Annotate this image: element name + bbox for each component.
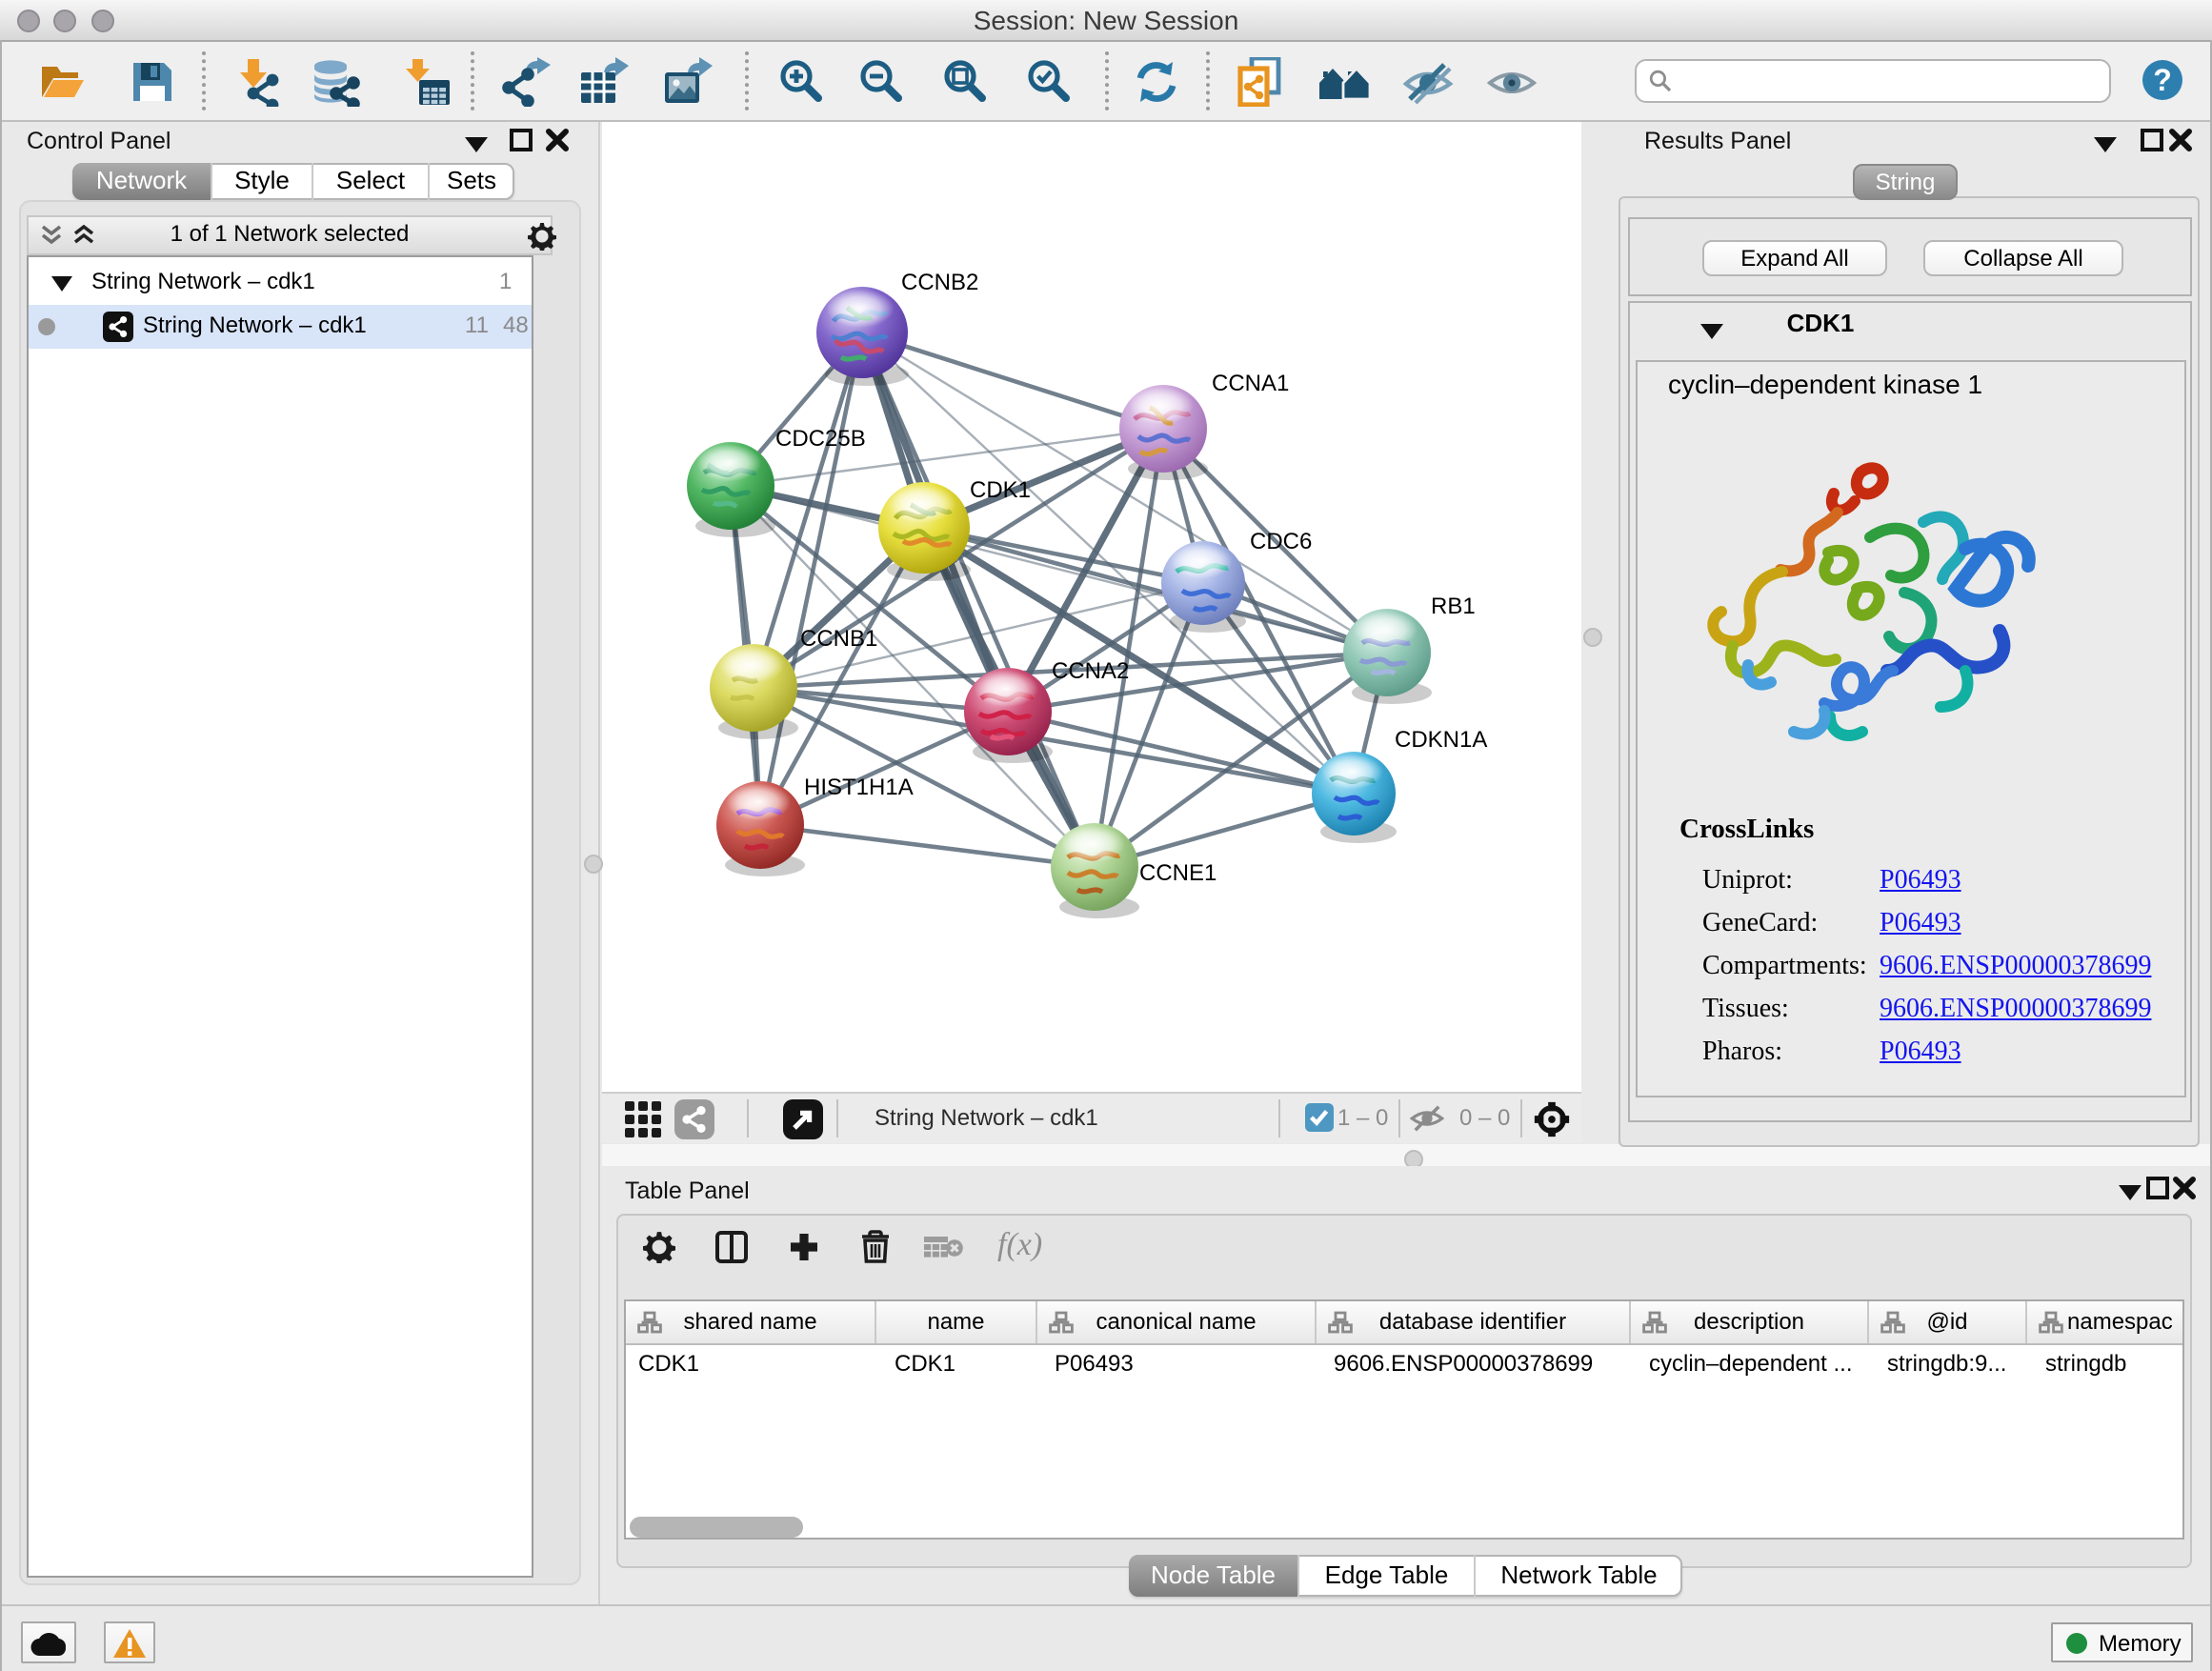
svg-text:CCNB2: CCNB2 (901, 270, 978, 295)
svg-text:CCNE1: CCNE1 (1139, 860, 1217, 886)
svg-text:HIST1H1A: HIST1H1A (804, 775, 914, 800)
svg-text:CDC25B: CDC25B (775, 426, 866, 452)
svg-text:CDK1: CDK1 (970, 477, 1031, 503)
svg-text:CCNB1: CCNB1 (800, 626, 877, 652)
svg-text:CDC6: CDC6 (1250, 529, 1312, 554)
svg-text:?: ? (2153, 63, 2172, 97)
svg-text:CCNA1: CCNA1 (1212, 371, 1289, 396)
svg-text:CCNA2: CCNA2 (1052, 658, 1129, 684)
svg-text:CDKN1A: CDKN1A (1395, 727, 1487, 753)
svg-text:RB1: RB1 (1431, 594, 1476, 619)
